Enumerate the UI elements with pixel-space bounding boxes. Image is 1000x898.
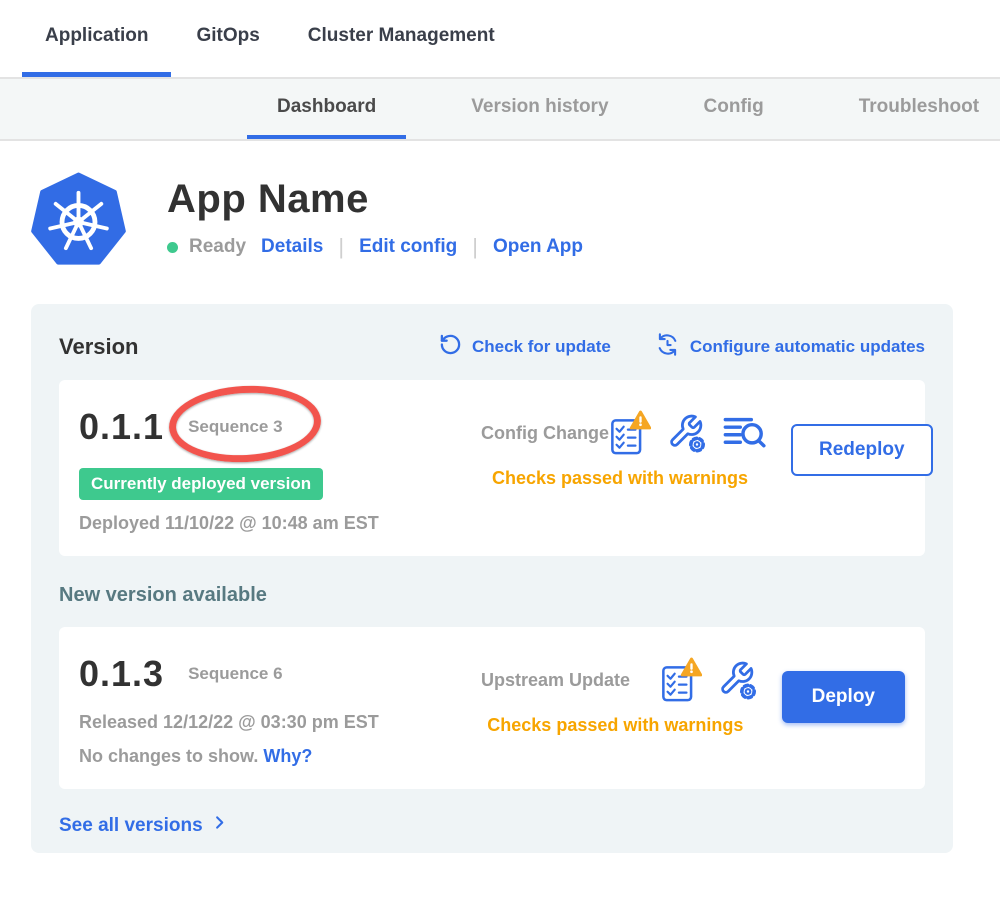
deploy-button[interactable]: Deploy [782, 671, 905, 723]
file-search-icon[interactable] [723, 413, 767, 453]
current-version-row: 0.1.1 Sequence 3 Currently deployed vers… [59, 380, 925, 556]
chevron-right-icon [210, 813, 229, 838]
see-all-versions-label: See all versions [59, 815, 203, 837]
checks-status-text: Checks passed with warnings [419, 715, 772, 736]
secondary-nav: Dashboard Version history Config Trouble… [0, 77, 1000, 141]
primary-nav: Application GitOps Cluster Management [0, 0, 1000, 77]
tab-dashboard[interactable]: Dashboard [247, 79, 406, 139]
app-header: App Name Ready Details | Edit config | O… [30, 171, 1000, 271]
preflight-checks-icon[interactable] [660, 657, 702, 703]
tab-gitops-label: GitOps [196, 25, 259, 47]
configure-automatic-updates-link[interactable]: Configure automatic updates [655, 332, 925, 362]
tab-config[interactable]: Config [674, 79, 794, 139]
preflight-checks-icon[interactable] [609, 410, 651, 456]
configure-automatic-updates-label: Configure automatic updates [690, 337, 925, 357]
redeploy-button[interactable]: Redeploy [791, 424, 933, 476]
wrench-gear-icon[interactable] [718, 660, 758, 700]
tab-troubleshoot[interactable]: Troubleshoot [829, 79, 1000, 139]
link-divider: | [472, 234, 478, 260]
tab-troubleshoot-label: Troubleshoot [859, 96, 979, 118]
status-dot-icon [167, 242, 178, 253]
available-version-sequence: Sequence 6 [188, 664, 283, 684]
edit-config-link[interactable]: Edit config [359, 236, 457, 258]
why-link[interactable]: Why? [263, 746, 312, 766]
details-link[interactable]: Details [261, 236, 323, 258]
no-changes-label: No changes to show. [79, 746, 258, 766]
version-source-label: Upstream Update [481, 670, 630, 691]
wrench-gear-icon[interactable] [667, 413, 707, 453]
available-version-number: 0.1.3 [79, 653, 164, 695]
app-status-label: Ready [189, 236, 246, 258]
available-version-row: 0.1.3 Sequence 6 Released 12/12/22 @ 03:… [59, 627, 925, 789]
link-divider: | [338, 234, 344, 260]
see-all-versions-link[interactable]: See all versions [59, 813, 229, 838]
check-for-update-link[interactable]: Check for update [439, 332, 611, 362]
check-for-update-label: Check for update [472, 337, 611, 357]
clock-refresh-icon [655, 332, 680, 362]
tab-version-history-label: Version history [471, 96, 608, 118]
released-timestamp: Released 12/12/22 @ 03:30 pm EST [79, 712, 419, 733]
version-card: Version Check for update [31, 304, 953, 853]
open-app-link[interactable]: Open App [493, 236, 583, 258]
deployed-version-badge: Currently deployed version [79, 468, 323, 500]
version-source-label: Config Change [481, 423, 609, 444]
checks-status-text: Checks passed with warnings [419, 468, 781, 489]
new-version-heading: New version available [59, 584, 925, 607]
tab-cluster-management-label: Cluster Management [308, 25, 495, 47]
tab-application-label: Application [45, 25, 148, 47]
app-name-title: App Name [167, 177, 583, 222]
tab-application[interactable]: Application [22, 0, 171, 77]
kubernetes-logo-icon [30, 171, 127, 271]
tab-config-label: Config [704, 96, 764, 118]
current-version-sequence: Sequence 3 [188, 417, 283, 437]
tab-version-history[interactable]: Version history [441, 79, 638, 139]
refresh-icon [439, 333, 462, 361]
current-version-number: 0.1.1 [79, 406, 164, 448]
tab-dashboard-label: Dashboard [277, 96, 376, 118]
tab-cluster-management[interactable]: Cluster Management [285, 0, 518, 77]
tab-gitops[interactable]: GitOps [173, 0, 282, 77]
no-changes-text: No changes to show. Why? [79, 746, 419, 767]
deployed-timestamp: Deployed 11/10/22 @ 10:48 am EST [79, 513, 419, 534]
version-card-title: Version [59, 334, 138, 360]
